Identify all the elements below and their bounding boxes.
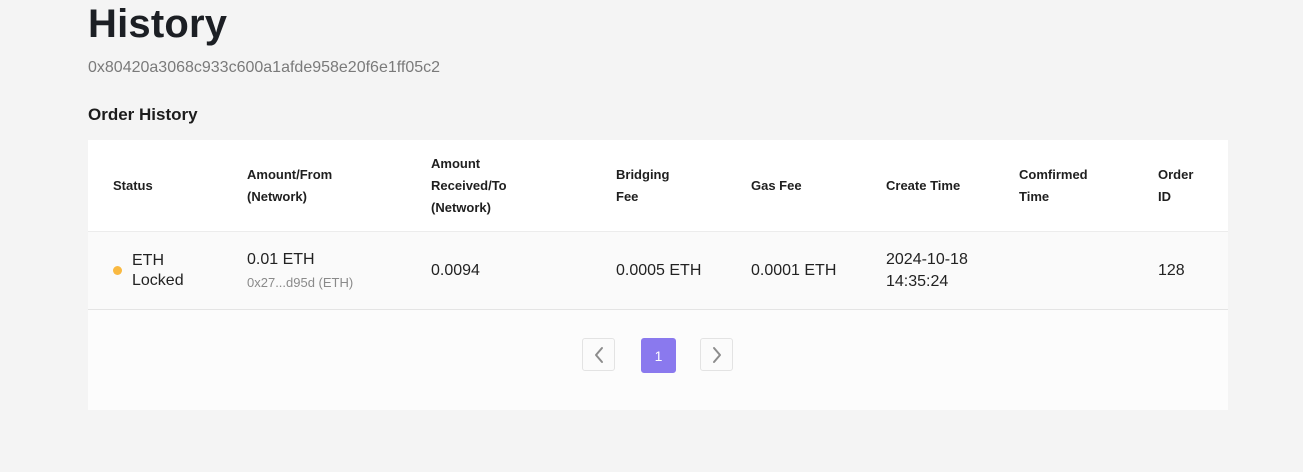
page-title: History [88,2,228,46]
amount-from-cell: 0.01 ETH 0x27...d95d (ETH) [247,232,353,309]
create-clock: 14:35:24 [886,272,949,290]
create-date: 2024-10-18 [886,250,968,268]
status-dot-icon [113,266,122,275]
gas-fee-cell: 0.0001 ETH [751,232,836,309]
status-line-1: ETH [132,251,164,269]
header-amount-received: Amount Received/To (Network) [431,155,507,215]
bridging-fee-cell: 0.0005 ETH [616,232,701,309]
status-cell: ETH Locked [113,232,184,309]
chevron-right-icon [712,346,721,363]
order-id-cell: 128 [1158,232,1185,309]
header-order-id: Order ID [1158,166,1194,204]
header-amount-from: Amount/From (Network) [247,166,333,204]
table-row: ETH Locked 0.01 ETH 0x27...d95d (ETH) 0.… [88,232,1228,310]
header-confirmed-time: Comfirmed Time [1019,166,1088,204]
header-create-time: Create Time [886,177,961,193]
amount-received-cell: 0.0094 [431,232,480,309]
section-title: Order History [88,105,198,124]
order-history-table: Status Amount/From (Network) Amount Rece… [88,140,1228,410]
next-page-button[interactable] [700,338,733,371]
order-id-value: 128 [1158,262,1185,279]
header-status: Status [113,177,153,193]
create-time-cell: 2024-10-18 14:35:24 [886,232,968,309]
pagination: 1 [88,338,1228,374]
prev-page-button[interactable] [582,338,615,371]
gas-fee-value: 0.0001 ETH [751,262,837,279]
page-1-button[interactable]: 1 [641,338,676,373]
page-number: 1 [654,347,663,364]
header-gas-fee: Gas Fee [751,177,802,193]
wallet-address: 0x80420a3068c933c600a1afde958e20f6e1ff05… [88,59,441,76]
table-header: Status Amount/From (Network) Amount Rece… [88,140,1228,232]
received-value: 0.0094 [431,262,480,279]
chevron-left-icon [594,346,603,363]
status-line-2: Locked [132,271,184,289]
from-address: 0x27...d95d (ETH) [247,274,354,290]
amount-value: 0.01 ETH [247,250,315,268]
header-bridging-fee: Bridging Fee [616,166,670,204]
bridging-fee-value: 0.0005 ETH [616,262,702,279]
